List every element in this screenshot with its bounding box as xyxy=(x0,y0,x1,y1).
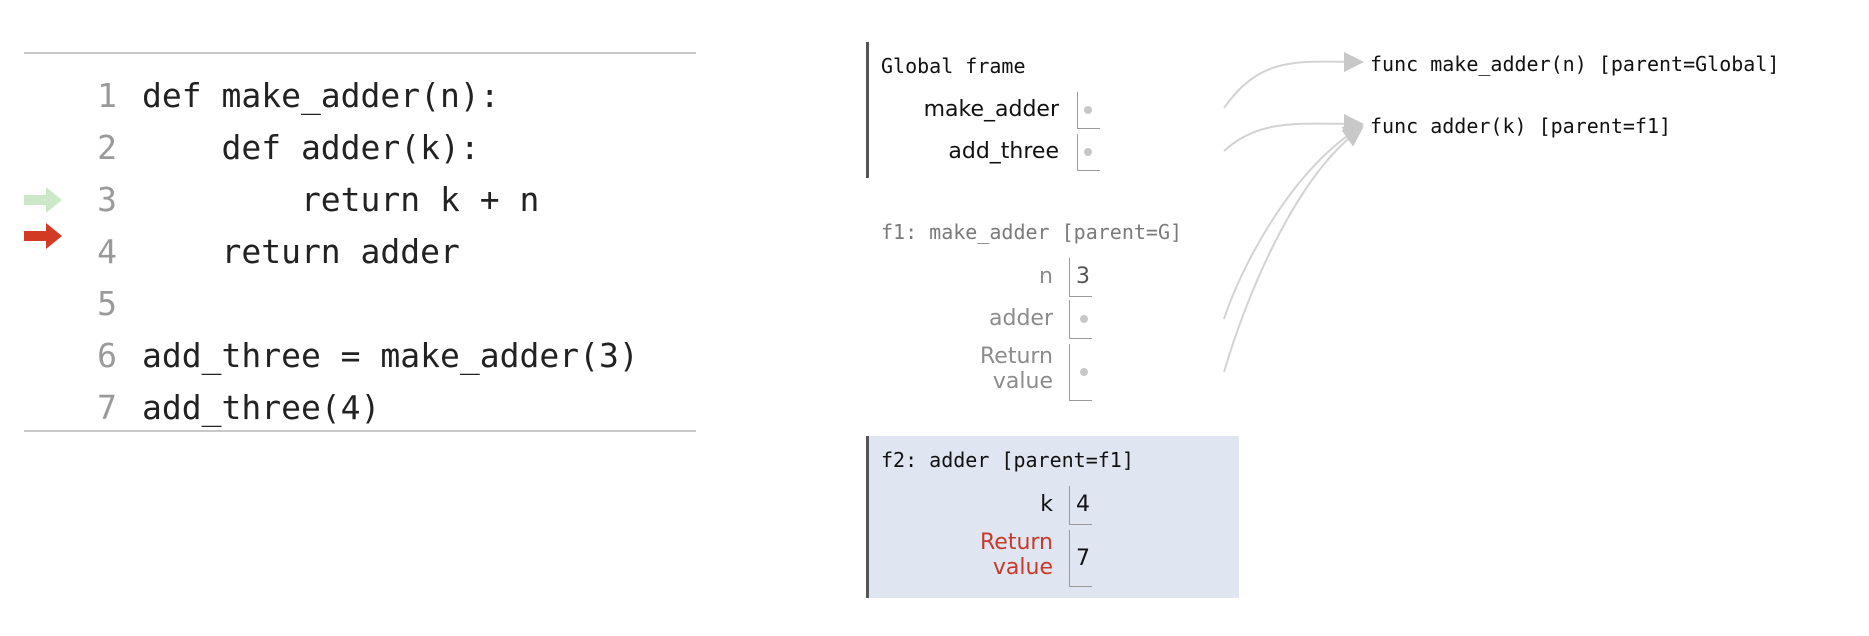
pointer-arrow-add-three xyxy=(1223,113,1364,152)
pointer-arrow-make-adder xyxy=(1223,51,1364,109)
pointer-arrow-f1-adder xyxy=(1223,124,1364,320)
pointer-arrow-f1-return xyxy=(1223,126,1364,373)
pointer-arrows xyxy=(1223,51,1364,373)
